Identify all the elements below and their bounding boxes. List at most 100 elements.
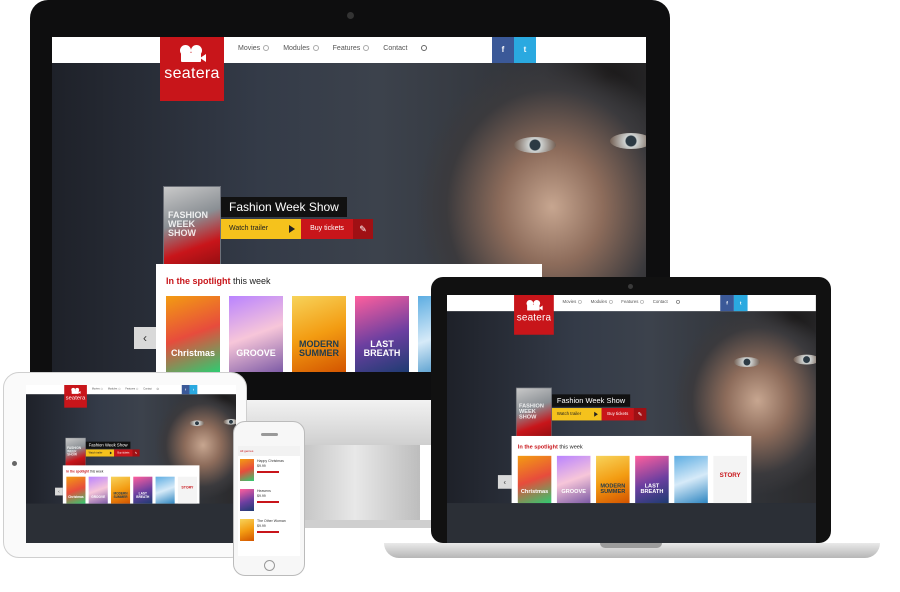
- movie-thumbnail[interactable]: [240, 519, 254, 541]
- twitter-icon[interactable]: t: [733, 295, 748, 312]
- logo[interactable]: seatera: [160, 37, 224, 101]
- poster-text: FASHION WEEK SHOW: [168, 210, 209, 238]
- featured-poster[interactable]: FASHION WEEK SHOW: [516, 388, 552, 440]
- movie-price: $9.99: [257, 464, 266, 468]
- video-camera-icon: [179, 45, 206, 63]
- nav-features[interactable]: Features: [125, 387, 139, 391]
- movie-thumbnail[interactable]: LAST BREATH: [133, 476, 153, 504]
- movie-thumbnail[interactable]: GROOVE: [229, 296, 283, 372]
- home-button[interactable]: [12, 461, 17, 466]
- nav-features[interactable]: Features: [621, 299, 645, 305]
- nav-modules[interactable]: Modules: [108, 387, 121, 391]
- nav-features[interactable]: Features: [333, 45, 370, 53]
- nav-movies[interactable]: Movies: [563, 299, 582, 305]
- movie-thumbnail[interactable]: STORY: [177, 476, 197, 504]
- poster-text: FASHION WEEK SHOW: [519, 402, 544, 420]
- spotlight-heading: In the spotlight this week: [517, 443, 583, 450]
- list-item[interactable]: Heavens $9.99: [238, 486, 300, 516]
- monitor-stand: [290, 445, 420, 520]
- tablet: Movies Modules Features Contact f t seat…: [3, 372, 247, 558]
- facebook-icon[interactable]: f: [492, 37, 514, 63]
- nav-modules[interactable]: Modules: [283, 45, 319, 53]
- buy-tickets-button[interactable]: Buy tickets: [114, 449, 133, 457]
- logo[interactable]: seatera: [514, 295, 554, 335]
- eye: [189, 420, 205, 427]
- rating-bar: [257, 501, 279, 503]
- movie-thumbnail[interactable]: MODERN SUMMER: [596, 455, 630, 504]
- nav-modules[interactable]: Modules: [591, 299, 613, 305]
- logo-text: seatera: [65, 394, 86, 401]
- watch-trailer-button[interactable]: Watch trailer: [85, 449, 115, 457]
- nav-contact[interactable]: Contact: [653, 300, 668, 305]
- chevron-left-icon[interactable]: ‹: [497, 475, 512, 489]
- nav-movies[interactable]: Movies: [238, 45, 270, 53]
- list-item[interactable]: The Other Woman $9.99: [238, 516, 300, 546]
- eye: [223, 418, 236, 425]
- featured-poster[interactable]: FASHION WEEK SHOW: [65, 438, 86, 468]
- movie-thumbnail[interactable]: MODERN SUMMER: [292, 296, 346, 372]
- movie-thumbnail[interactable]: Christmas: [166, 296, 220, 372]
- main-nav: Movies Modules Features Contact: [238, 45, 428, 53]
- phone-genre-filter[interactable]: All genres: [238, 446, 300, 456]
- spotlight-heading: In the spotlight this week: [66, 469, 104, 474]
- movie-thumbnail[interactable]: STORY: [713, 455, 747, 504]
- search-icon[interactable]: [421, 45, 428, 53]
- movie-price: $9.99: [257, 524, 266, 528]
- ticket-icon[interactable]: ✎: [633, 408, 647, 421]
- movie-thumbnail[interactable]: [240, 489, 254, 511]
- nav-contact[interactable]: Contact: [383, 45, 407, 53]
- dropdown-icon: [363, 45, 370, 51]
- movie-thumbnail[interactable]: Christmas: [66, 476, 86, 504]
- main-nav: Movies Modules Features Contact: [92, 387, 159, 391]
- play-icon: [289, 225, 295, 233]
- watch-trailer-button[interactable]: Watch trailer: [551, 408, 602, 421]
- movie-thumbnail[interactable]: [155, 476, 175, 504]
- search-icon[interactable]: [676, 299, 681, 305]
- spotlight-panel: In the spotlight this week Christmas GRO…: [62, 465, 200, 504]
- movie-thumbnail[interactable]: Christmas: [517, 455, 552, 504]
- smartphone: All genres Happy Christmas $9.99 Heavens $…: [233, 421, 305, 576]
- movie-title: Happy Christmas: [257, 459, 284, 463]
- search-icon[interactable]: [156, 387, 159, 391]
- nav-movies[interactable]: Movies: [92, 387, 103, 391]
- play-icon: [109, 451, 113, 455]
- featured-title: Fashion Week Show: [85, 441, 131, 449]
- webcam: [628, 284, 633, 289]
- spotlight-carousel: Christmas GROOVE MODERN SUMMER LAST BREA…: [66, 476, 197, 504]
- watch-trailer-button[interactable]: Watch trailer: [221, 219, 301, 239]
- rating-bar: [257, 531, 279, 533]
- website: Movies Modules Features Contact f t seat…: [26, 385, 236, 504]
- movie-thumbnail[interactable]: MODERN SUMMER: [110, 476, 131, 504]
- phone-speaker: [261, 433, 278, 436]
- logo[interactable]: seatera: [64, 385, 87, 408]
- main-nav: Movies Modules Features Contact: [563, 299, 681, 305]
- movie-thumbnail[interactable]: LAST BREATH: [635, 455, 669, 504]
- laptop-screen: Movies Modules Features Contact f t seat…: [447, 295, 816, 543]
- facebook-icon[interactable]: f: [181, 385, 190, 395]
- buy-tickets-button[interactable]: Buy tickets: [601, 408, 634, 421]
- dropdown-icon: [100, 387, 103, 390]
- eye: [733, 357, 760, 368]
- ticket-icon[interactable]: ✎: [132, 449, 140, 457]
- nav-contact[interactable]: Contact: [143, 388, 152, 391]
- dropdown-icon: [578, 299, 582, 304]
- logo-text: seatera: [164, 65, 220, 82]
- movie-thumbnail[interactable]: GROOVE: [556, 455, 591, 504]
- facebook-icon[interactable]: f: [720, 295, 734, 312]
- home-button[interactable]: [264, 560, 275, 571]
- movie-thumbnail[interactable]: [240, 459, 254, 481]
- chevron-left-icon[interactable]: ‹: [55, 487, 63, 496]
- twitter-icon[interactable]: t: [514, 37, 536, 63]
- dropdown-icon: [312, 45, 319, 51]
- movie-thumbnail[interactable]: LAST BREATH: [355, 296, 409, 372]
- chevron-left-icon[interactable]: ‹: [134, 327, 156, 349]
- list-item[interactable]: Happy Christmas $9.99: [238, 456, 300, 486]
- play-icon: [594, 411, 598, 417]
- buy-tickets-button[interactable]: Buy tickets: [301, 219, 353, 239]
- ticket-icon[interactable]: ✎: [353, 219, 373, 239]
- movie-thumbnail[interactable]: [674, 455, 708, 504]
- movie-title: The Other Woman: [257, 519, 286, 523]
- twitter-icon[interactable]: t: [189, 385, 198, 395]
- movie-thumbnail[interactable]: GROOVE: [88, 476, 108, 504]
- featured-poster[interactable]: FASHION WEEK SHOW: [164, 187, 220, 270]
